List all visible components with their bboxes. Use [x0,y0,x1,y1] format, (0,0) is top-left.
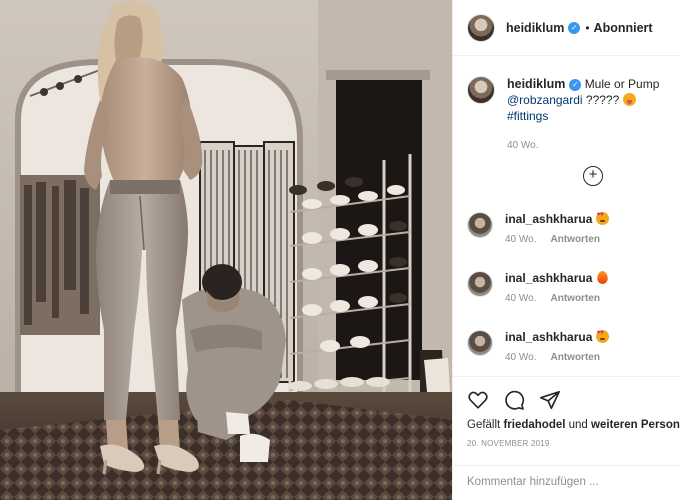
author-avatar[interactable] [467,13,495,42]
comment-username[interactable]: inal_ashkharua [505,330,592,344]
header-separator: • [585,20,590,35]
plus-circle-icon[interactable]: + [583,166,603,186]
reply-button[interactable]: Antworten [551,234,600,245]
likes-and: und [568,419,588,431]
comment-time[interactable]: 40 Wo. [505,293,537,304]
caption-body: heidiklum ✓ Mule or Pump @robzangardi ???… [507,76,659,154]
commenter-avatar[interactable] [467,212,493,238]
commenter-avatar[interactable] [467,271,493,297]
caption-avatar[interactable] [467,76,495,104]
likes-user-link[interactable]: friedahodel [503,419,565,431]
fire-icon [597,271,608,284]
heart-eyes-icon [595,212,609,225]
comment-time[interactable]: 40 Wo. [505,352,537,363]
caption-username[interactable]: heidiklum [507,77,565,91]
comment-item: inal_ashkharua 40 Wo. Antworten [467,330,677,363]
comment-item: inal_ashkharua 40 Wo. Antworten [467,271,677,304]
heart-icon[interactable] [467,389,489,411]
reply-button[interactable]: Antworten [551,293,600,304]
post-image[interactable] [0,0,452,500]
caption-hashtag-link[interactable]: #fittings [507,109,548,123]
comment-item: inal_ashkharua 40 Wo. Antworten [467,212,677,245]
reply-button[interactable]: Antworten [551,352,600,363]
verified-badge-icon: ✓ [568,21,581,34]
caption-time[interactable]: 40 Wo. [507,138,659,154]
face-with-tongue-icon [622,93,636,106]
post-sidebar: heidiklum ✓ • Abonniert heidiklum ✓ Mule … [452,0,680,500]
author-username[interactable]: heidiklum [506,21,564,35]
comment-icon[interactable] [503,389,525,411]
post-actions: Gefällt friedahodel und weiteren Persone… [453,376,680,496]
comment-time[interactable]: 40 Wo. [505,234,537,245]
likes-summary: Gefällt friedahodel und weiteren Persone… [467,419,680,431]
post-photo-illustration [0,0,452,500]
comment-input[interactable]: Kommentar hinzufügen ... [453,465,680,500]
verified-badge-icon: ✓ [569,78,582,91]
caption-text: Mule or Pump [584,77,660,91]
post-date[interactable]: 20. NOVEMBER 2019 [467,439,550,448]
share-icon[interactable] [539,389,561,411]
likes-others-link[interactable]: weiteren Personen [591,419,680,431]
caption: heidiklum ✓ Mule or Pump @robzangardi ???… [467,76,672,154]
heart-eyes-icon [595,330,609,343]
post-header: heidiklum ✓ • Abonniert [453,0,680,56]
comment-username[interactable]: inal_ashkharua [505,271,592,285]
comment-username[interactable]: inal_ashkharua [505,212,592,226]
commenter-avatar[interactable] [467,330,493,356]
likes-prefix: Gefällt [467,419,501,431]
caption-text-2: ????? [585,93,620,107]
follow-status-button[interactable]: Abonniert [594,21,653,35]
caption-mention-link[interactable]: @robzangardi [507,93,583,107]
